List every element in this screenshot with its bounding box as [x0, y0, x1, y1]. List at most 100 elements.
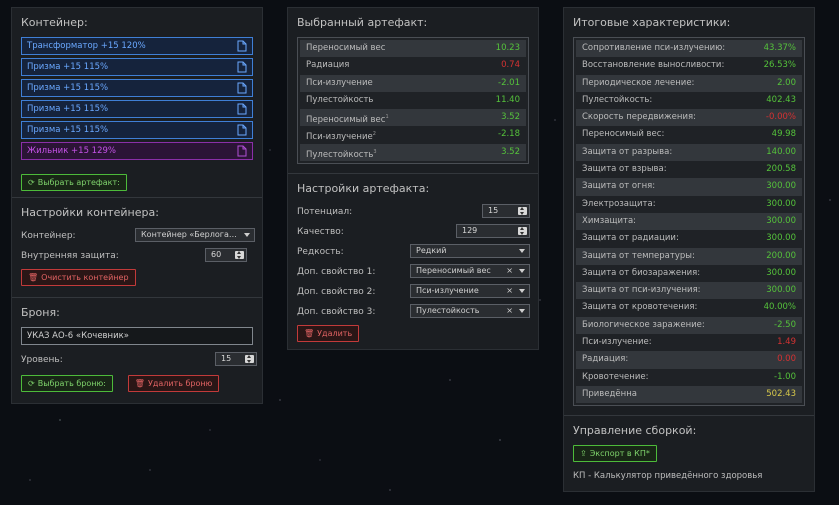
prop2-select[interactable]: Пси-излучение × [410, 284, 530, 298]
stat-label: Пси-излучение: [582, 337, 652, 348]
stat-label: Сопротивление пси-излучению: [582, 43, 726, 53]
prop1-select[interactable]: Переносимый вес × [410, 264, 530, 278]
container-slot[interactable]: Призма +15 115% [21, 79, 253, 97]
stat-label: Пулестойкость: [582, 94, 653, 105]
stat-value: 26.53% [763, 60, 796, 71]
chevron-down-icon [519, 269, 525, 273]
refresh-icon: ⟳ [28, 379, 35, 388]
rarity-select[interactable]: Редкий [410, 244, 530, 258]
stat-label: Переносимый вес [306, 115, 386, 126]
build-footnote: КП - Калькулятор приведённого здоровья [573, 471, 763, 481]
container-select[interactable]: Контейнер «Берлога… [135, 228, 255, 242]
quality-label: Качество: [297, 227, 344, 237]
container-slot[interactable]: Трансформатор +15 120% [21, 37, 253, 55]
stat-label: Защита от биозаражения: [582, 267, 701, 278]
armor-name-field[interactable]: УКАЗ АО-6 «Кочевник» [21, 327, 253, 345]
container-slot[interactable]: Призма +15 115% [21, 121, 253, 139]
stat-row: Сопротивление пси-излучению: 43.37% [576, 40, 802, 58]
middle-panel: Выбранный артефакт: Переносимый вес 10.23… [287, 7, 539, 350]
container-slots: Трансформатор +15 120% Призма +15 115% При… [21, 37, 253, 160]
trash-icon: 🗑 [28, 273, 39, 282]
potential-input[interactable]: 15 [482, 204, 530, 218]
stat-row: Пулестойкость: 402.43 [576, 92, 802, 109]
chevron-down-icon [519, 289, 525, 293]
stat-label: Приведённа [582, 388, 637, 399]
container-slot-label: Призма +15 115% [27, 125, 109, 135]
clear-icon[interactable]: × [506, 305, 513, 317]
document-icon[interactable] [237, 124, 247, 136]
armor-level-row: Уровень: 15 [21, 351, 257, 371]
clear-container-button[interactable]: 🗑 Очистить контейнер [21, 269, 136, 286]
stat-value: 43.37% [763, 43, 796, 53]
stat-value: 49.98 [771, 129, 796, 140]
stat-value: 2.00 [777, 77, 796, 88]
container-slot[interactable]: Призма +15 115% [21, 58, 253, 76]
chevron-down-icon [519, 309, 525, 313]
document-icon[interactable] [237, 61, 247, 73]
stat-value: 0.74 [501, 60, 520, 71]
stepper-icon[interactable] [245, 355, 254, 363]
stepper-icon[interactable] [518, 227, 527, 235]
stat-value: 10.23 [495, 43, 520, 53]
prop3-select[interactable]: Пулестойкость × [410, 304, 530, 318]
clear-icon[interactable]: × [506, 285, 513, 297]
document-icon[interactable] [237, 103, 247, 115]
export-button[interactable]: ⇪ Экспорт в КП* [573, 445, 657, 462]
stat-value: 300.00 [766, 181, 796, 192]
document-icon[interactable] [237, 145, 247, 157]
select-artifact-button[interactable]: ⟳ Выбрать артефакт: [21, 174, 127, 191]
stat-value: 1.49 [777, 337, 796, 348]
container-slot[interactable]: Призма +15 115% [21, 100, 253, 118]
selected-artifact-stats: Переносимый вес 10.23 Радиация 0.74 Пси-излу… [297, 37, 529, 165]
trash-icon: 🗑 [134, 379, 145, 388]
quality-row: Качество: 129 [297, 223, 530, 243]
inner-protection-input[interactable]: 60 [205, 248, 247, 262]
stat-row: Периодическое лечение: 2.00 [576, 74, 802, 92]
build-title: Управление сборкой: [573, 424, 697, 437]
stat-row: Электрозащита: 300.00 [576, 196, 802, 213]
armor-title: Броня: [21, 306, 60, 319]
prop2-row: Доп. свойство 2: Пси-излучение × [297, 283, 530, 303]
inner-protection-row: Внутренняя защита: 60 [21, 247, 253, 267]
document-icon[interactable] [237, 82, 247, 94]
potential-label: Потенциал: [297, 207, 353, 217]
stat-value: 200.58 [766, 164, 796, 175]
container-settings-section: Настройки контейнера: Контейнер: Контейн… [12, 198, 262, 298]
delete-armor-button[interactable]: 🗑 Удалить броню [127, 375, 220, 392]
artifact-settings-section: Настройки артефакта: Потенциал: 15 Качес… [288, 174, 538, 350]
stat-row: Переносимый вес1 3.52 [300, 109, 526, 127]
stat-row: Защита от температуры: 200.00 [576, 247, 802, 265]
left-panel: Контейнер: Трансформатор +15 120% Призма … [11, 7, 263, 404]
stat-superscript: 2 [372, 131, 376, 138]
selected-artifact-title: Выбранный артефакт: [297, 16, 428, 29]
stepper-icon[interactable] [235, 251, 244, 259]
container-slot-label: Призма +15 115% [27, 83, 109, 93]
armor-section: Броня: УКАЗ АО-6 «Кочевник» Уровень: 15 … [12, 298, 262, 400]
armor-level-input[interactable]: 15 [215, 352, 257, 366]
right-panel: Итоговые характеристики: Сопротивление п… [563, 7, 815, 492]
container-slot[interactable]: Жильник +15 129% [21, 142, 253, 160]
stat-row: Приведённа 502.43 [576, 385, 802, 404]
stat-row: Радиация: 0.00 [576, 351, 802, 369]
document-icon[interactable] [237, 40, 247, 52]
stat-label: Защита от разрыва: [582, 146, 673, 157]
stat-label: Электрозащита: [582, 198, 656, 209]
container-slot-label: Жильник +15 129% [27, 146, 116, 156]
container-slot-label: Трансформатор +15 120% [27, 41, 146, 51]
stat-row: Переносимый вес: 49.98 [576, 126, 802, 143]
delete-artifact-button[interactable]: 🗑 Удалить [297, 325, 360, 342]
stat-row: Защита от радиации: 300.00 [576, 230, 802, 247]
stat-label: Защита от радиации: [582, 233, 679, 244]
quality-input[interactable]: 129 [456, 224, 530, 238]
stat-value: 200.00 [766, 250, 796, 261]
stat-label: Восстановление выносливости: [582, 60, 725, 71]
stat-label: Переносимый вес [306, 43, 386, 53]
select-armor-button[interactable]: ⟳ Выбрать броню: [21, 375, 113, 392]
armor-level-label: Уровень: [21, 355, 63, 365]
stat-value: 300.00 [766, 233, 796, 244]
stat-label: Радиация: [582, 354, 629, 365]
trash-icon: 🗑 [304, 329, 315, 338]
stepper-icon[interactable] [518, 207, 527, 215]
clear-icon[interactable]: × [506, 265, 513, 277]
prop3-row: Доп. свойство 3: Пулестойкость × [297, 303, 530, 323]
